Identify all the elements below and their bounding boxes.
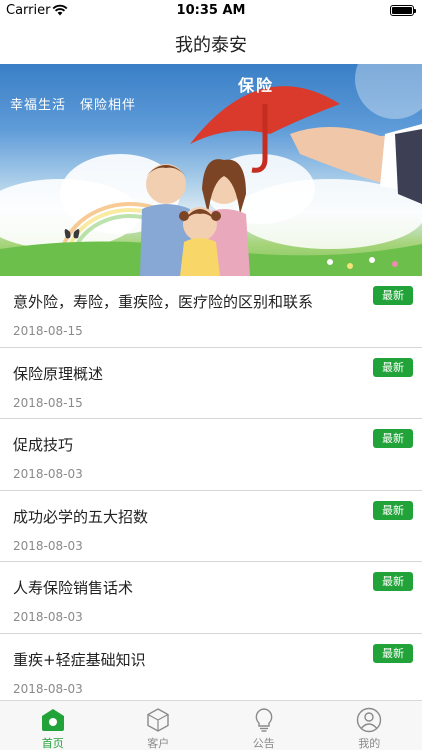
new-badge: 最新 — [373, 500, 413, 520]
news-list[interactable]: 意外险，寿险，重疾险，医疗险的区别和联系 2018-08-15 最新 保险原理概… — [0, 276, 422, 698]
new-badge: 最新 — [373, 572, 413, 591]
news-item[interactable]: 重疾+轻症基础知识 2018-08-03 最新 — [0, 634, 422, 699]
news-date: 2018-08-15 — [13, 324, 83, 338]
news-item[interactable]: 保险原理概述 2018-08-15 最新 — [0, 348, 422, 419]
news-date: 2018-08-03 — [13, 538, 83, 553]
news-item[interactable]: 意外险，寿险，重疾险，医疗险的区别和联系 2018-08-15 最新 — [0, 276, 422, 348]
home-icon — [41, 709, 64, 731]
news-item[interactable]: 成功必学的五大招数 2018-08-03 最新 — [0, 491, 422, 562]
tab-label: 公告 — [252, 737, 275, 750]
new-badge: 最新 — [373, 286, 413, 305]
new-badge: 最新 — [373, 643, 413, 663]
news-title: 成功必学的五大招数 — [13, 507, 149, 526]
news-title: 意外险，寿险，重疾险，医疗险的区别和联系 — [13, 293, 314, 311]
navigation-bar: 我的泰安 — [0, 22, 422, 64]
new-badge: 最新 — [373, 357, 413, 377]
tab-home[interactable]: 首页 — [0, 701, 106, 750]
lightbulb-icon — [255, 708, 273, 732]
banner-image[interactable]: 幸福生活 保险相伴 保险 — [0, 64, 422, 276]
tab-mine[interactable]: 我的 — [317, 701, 422, 750]
news-item[interactable]: 促成技巧 2018-08-03 最新 — [0, 419, 422, 491]
tab-label: 我的 — [358, 737, 381, 750]
tab-bar: 首页 客户 公告 我的 — [0, 700, 422, 750]
user-icon — [357, 707, 382, 733]
banner-slogan: 幸福生活 保险相伴 — [10, 98, 137, 113]
news-item[interactable]: 人寿保险销售话术 2018-08-03 最新 — [0, 562, 422, 634]
news-title: 促成技巧 — [13, 436, 74, 454]
news-date: 2018-08-15 — [13, 395, 83, 410]
battery-icon — [390, 5, 416, 16]
news-date: 2018-08-03 — [13, 467, 83, 481]
tab-customers[interactable]: 客户 — [106, 701, 212, 750]
banner-umbrella-label: 保险 — [238, 76, 275, 95]
status-bar: Carrier 10:35 AM — [0, 0, 422, 22]
news-date: 2018-08-03 — [13, 681, 83, 696]
new-badge: 最新 — [373, 429, 413, 448]
tab-label: 首页 — [41, 737, 64, 750]
tab-announcements[interactable]: 公告 — [211, 701, 317, 750]
page-title: 我的泰安 — [175, 35, 247, 56]
news-title: 保险原理概述 — [13, 364, 104, 383]
news-title: 重疾+轻症基础知识 — [13, 650, 146, 669]
tab-label: 客户 — [147, 737, 170, 750]
news-date: 2018-08-03 — [13, 610, 83, 624]
news-title: 人寿保险销售话术 — [13, 579, 134, 597]
hexagon-icon — [147, 708, 169, 732]
clock: 10:35 AM — [176, 3, 246, 18]
